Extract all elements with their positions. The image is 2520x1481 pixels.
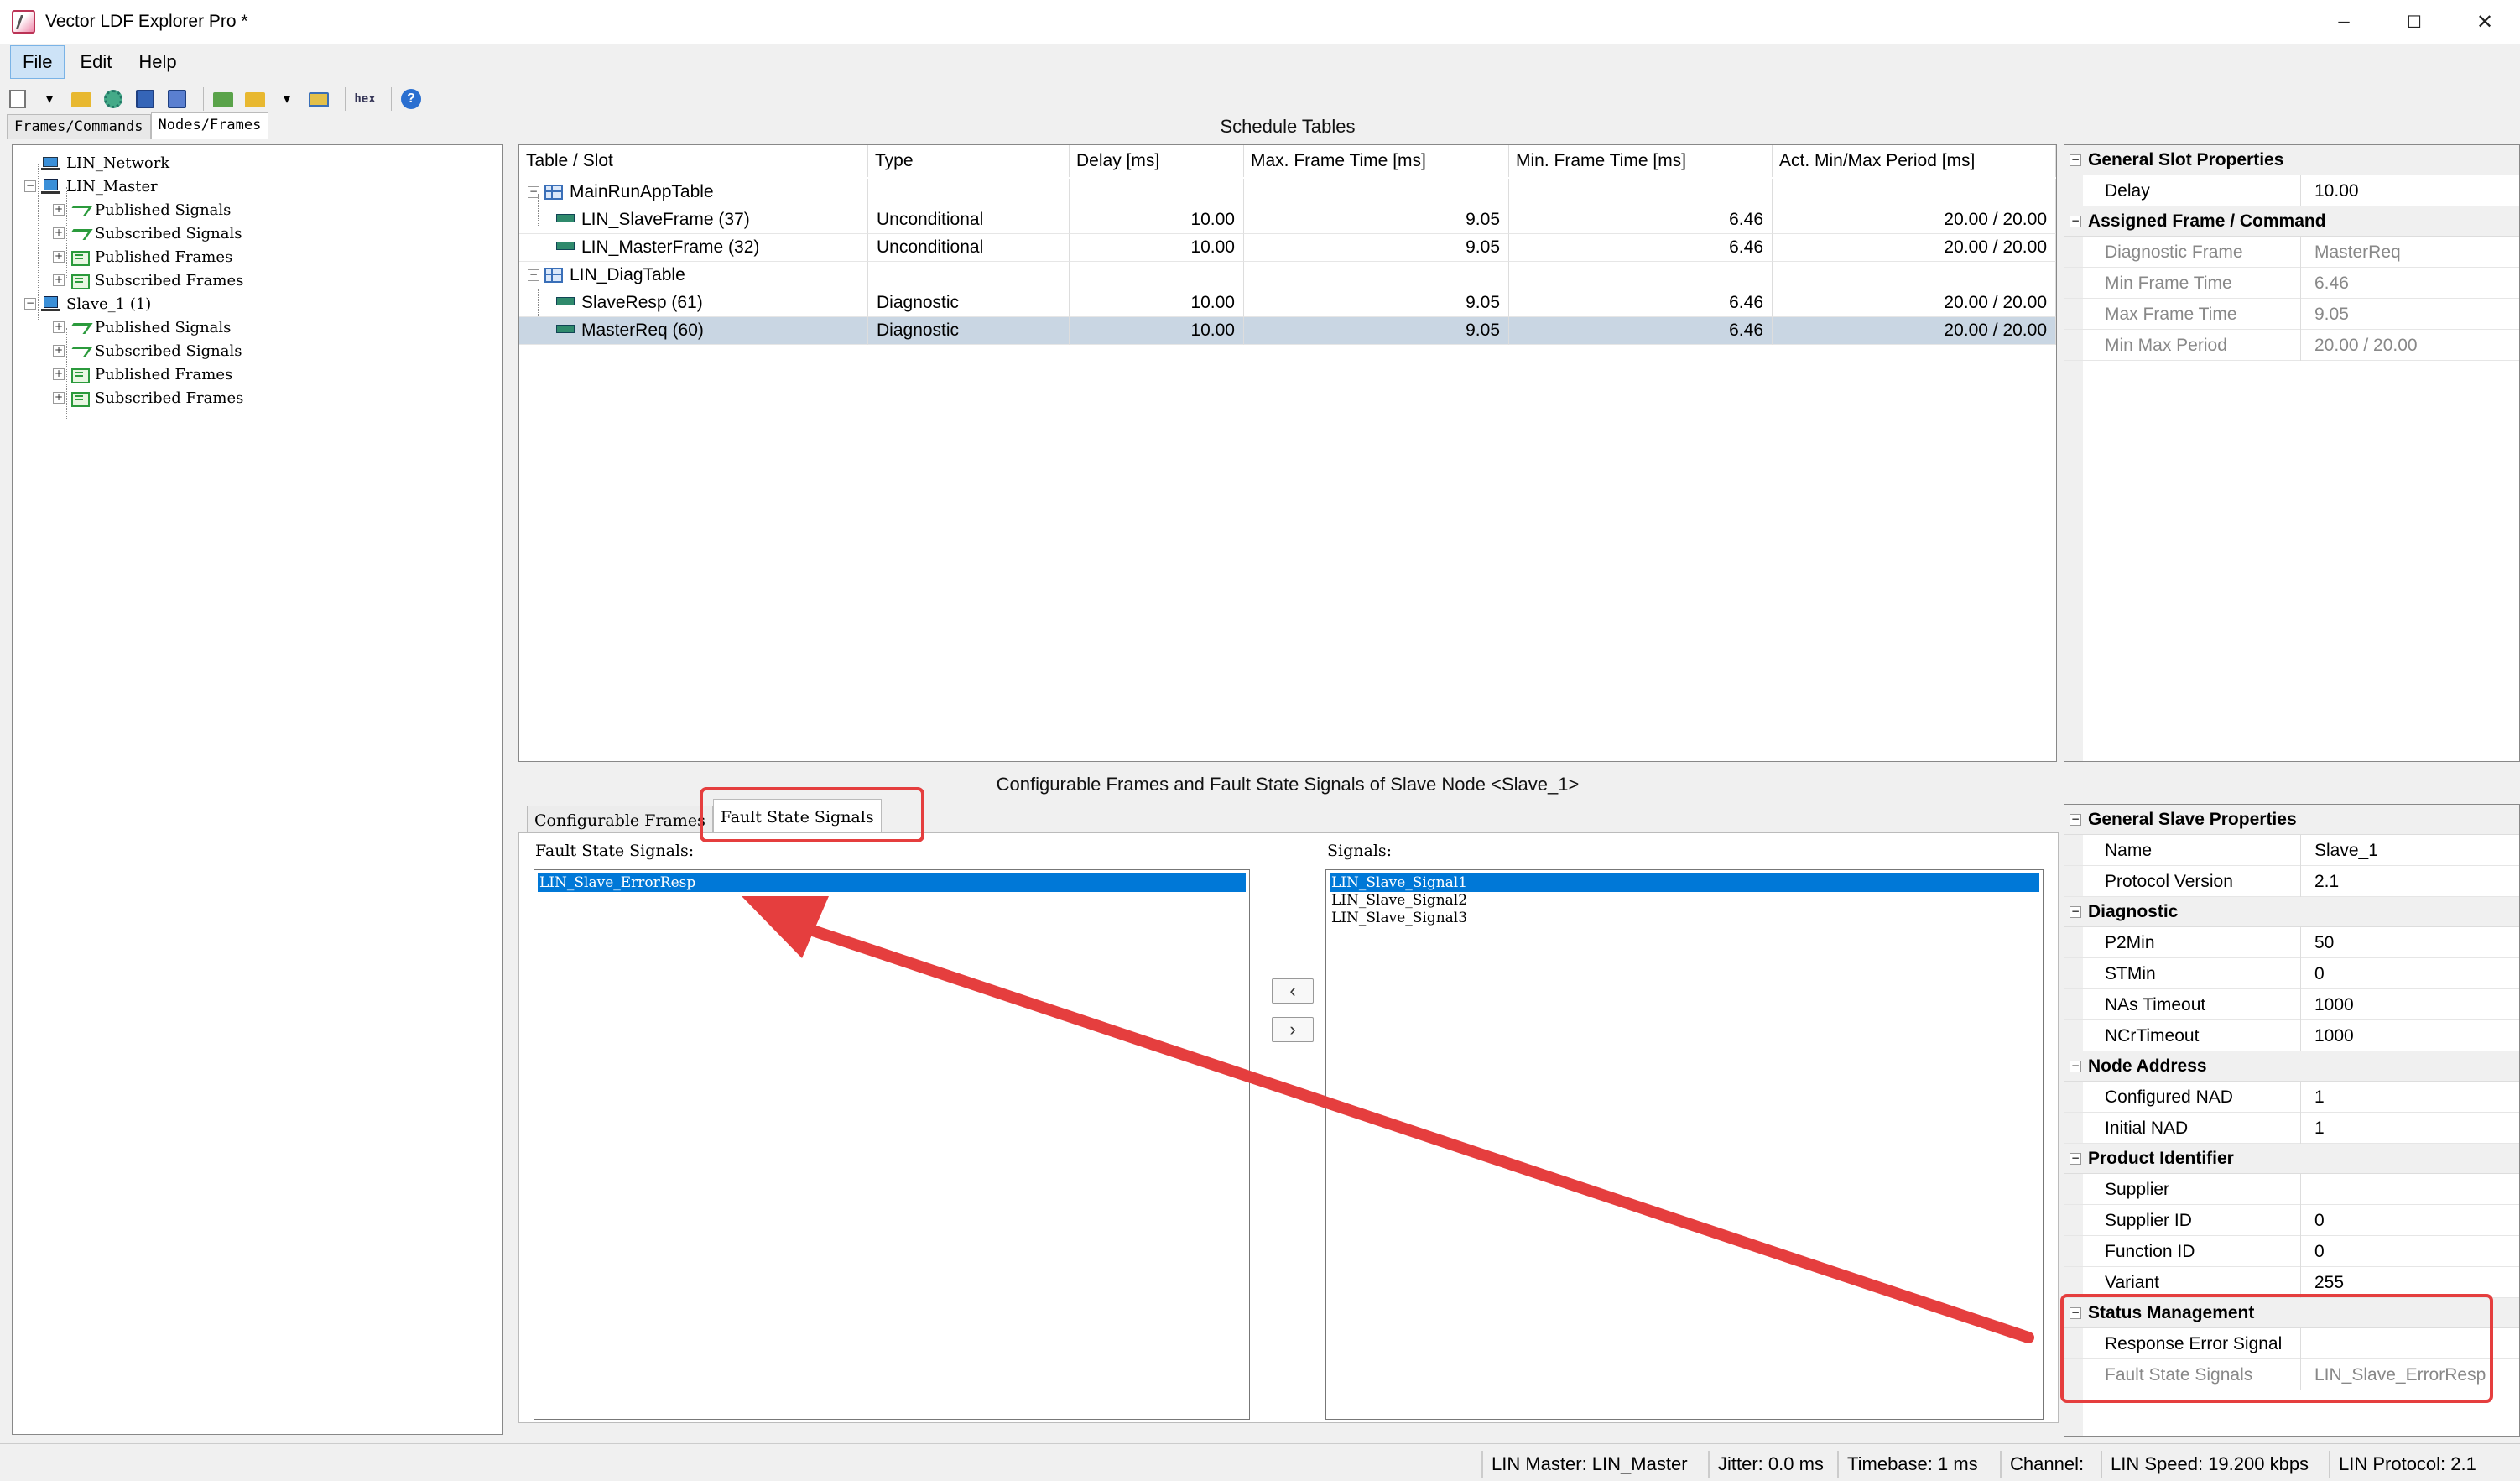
annotation-arrow	[742, 896, 2034, 1343]
status-jitter: Jitter: 0.0 ms	[1708, 1451, 1824, 1478]
status-channel: Channel:	[2000, 1451, 2084, 1478]
status-lin-protocol: LIN Protocol: 2.1	[2329, 1451, 2476, 1478]
status-bar: LIN Master: LIN_Master Jitter: 0.0 ms Ti…	[0, 1443, 2520, 1481]
status-lin-master: LIN Master: LIN_Master	[1481, 1451, 1688, 1478]
app-window: Vector LDF Explorer Pro * – ☐ ✕ File Edi…	[0, 0, 2520, 1481]
status-lin-speed: LIN Speed: 19.200 kbps	[2101, 1451, 2309, 1478]
status-timebase: Timebase: 1 ms	[1837, 1451, 1978, 1478]
